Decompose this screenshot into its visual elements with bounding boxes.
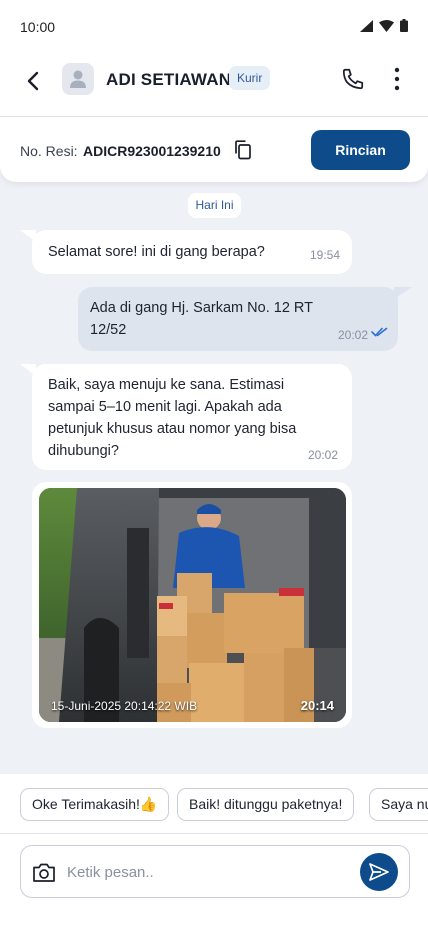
call-button[interactable] [338, 64, 368, 94]
copy-icon [235, 140, 251, 160]
quick-reply-chip[interactable]: Baik! ditunggu paketnya! [177, 788, 355, 821]
message-time: 20:02 [337, 328, 368, 342]
message-text: Ada di gang Hj. Sarkam No. 12 RT 12/52 [90, 300, 313, 338]
back-button[interactable] [18, 66, 48, 96]
send-icon [369, 863, 389, 881]
details-button[interactable]: Rincian [311, 130, 410, 170]
status-time: 10:00 [20, 19, 56, 35]
quick-replies-bar: Oke Terimakasih!👍 Baik! ditunggu paketny… [0, 774, 428, 834]
message-time: 20:14 [300, 698, 334, 713]
role-badge: Kurir [229, 66, 271, 90]
quick-reply-chip[interactable]: Oke Terimakasih!👍 [20, 788, 170, 821]
quick-reply-chip[interactable]: Saya nu [369, 788, 428, 821]
signal-icon [360, 19, 373, 32]
arrow-left-icon [27, 71, 39, 91]
resi-card: No. Resi: ADICR923001239210 Rincian [0, 116, 428, 182]
copy-resi-button[interactable] [232, 139, 254, 161]
message-composer [0, 834, 428, 926]
camera-button[interactable] [31, 859, 57, 885]
message-bubble-outgoing[interactable]: Ada di gang Hj. Sarkam No. 12 RT 12/52 2… [78, 287, 398, 351]
message-text: Baik, saya menuju ke sana. Estimasi samp… [48, 377, 297, 459]
photo-message[interactable]: 15-Juni-2025 20:14:22 WIB 20:14 [32, 482, 352, 728]
resi-label: No. Resi: [20, 143, 78, 159]
message-input-wrapper [20, 845, 410, 898]
status-icons [360, 19, 408, 32]
message-time: 20:02 [307, 448, 338, 462]
resi-number: ADICR923001239210 [83, 143, 221, 159]
message-bubble-incoming[interactable]: Selamat sore! ini di gang berapa? 19:54 [32, 230, 352, 274]
more-options-button[interactable] [382, 64, 412, 94]
date-separator: Hari Ini [188, 193, 241, 218]
phone-icon [342, 68, 364, 90]
contact-name: ADI SETIAWAN [106, 70, 232, 89]
send-button[interactable] [360, 853, 398, 891]
message-time: 19:54 [309, 248, 340, 262]
photo-timestamp: 15-Juni-2025 20:14:22 WIB [51, 699, 198, 713]
double-check-icon [371, 327, 388, 337]
message-bubble-incoming[interactable]: Baik, saya menuju ke sana. Estimasi samp… [32, 364, 352, 470]
more-vertical-icon [394, 67, 400, 91]
user-icon [70, 70, 86, 88]
camera-icon [33, 863, 55, 882]
message-input[interactable] [67, 860, 347, 884]
delivery-photo[interactable]: 15-Juni-2025 20:14:22 WIB 20:14 [39, 488, 346, 722]
avatar[interactable] [62, 63, 94, 95]
battery-icon [400, 19, 408, 32]
delivery-photo-illustration [39, 488, 346, 722]
chat-header: ADI SETIAWAN Kurir [0, 54, 428, 116]
wifi-icon [379, 19, 394, 32]
status-bar: 10:00 [0, 0, 428, 54]
message-text: Selamat sore! ini di gang berapa? [48, 244, 265, 260]
